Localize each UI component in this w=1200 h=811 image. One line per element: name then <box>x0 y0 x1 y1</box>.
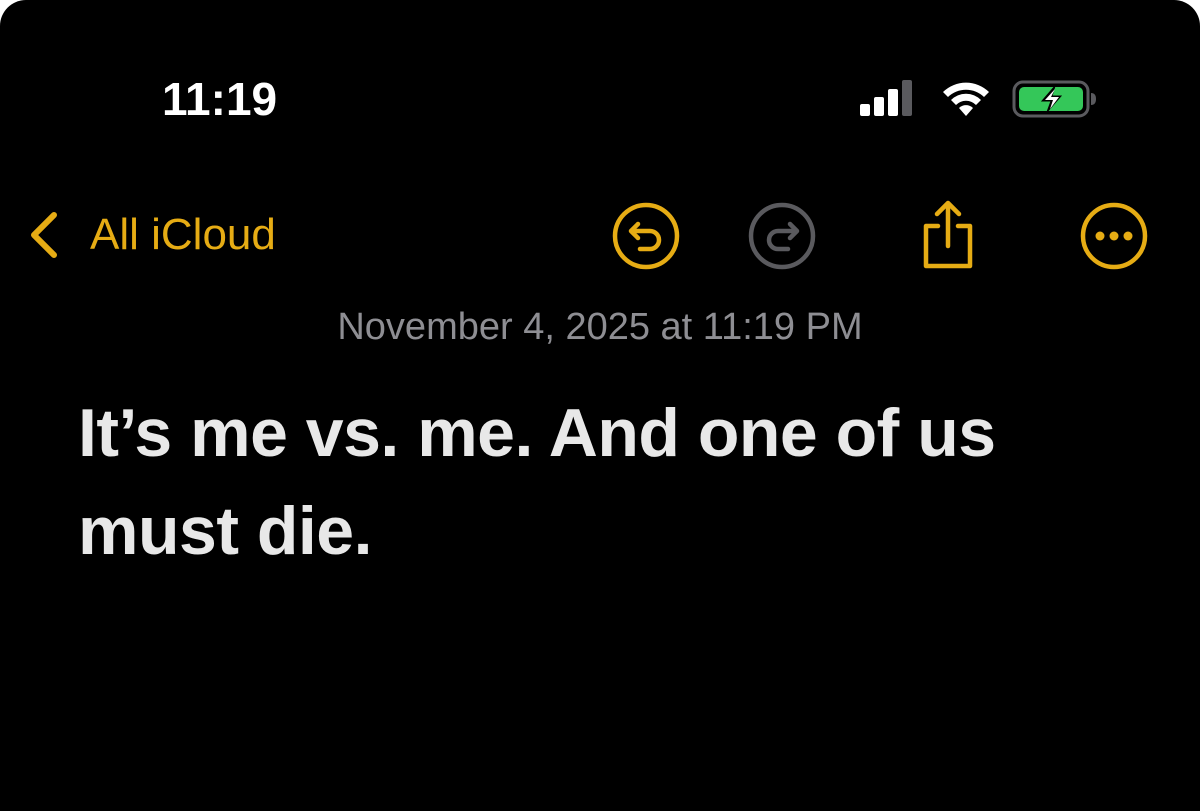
undo-icon <box>612 202 680 270</box>
share-icon <box>923 200 973 269</box>
wifi-icon <box>940 78 992 118</box>
redo-button[interactable] <box>746 200 818 272</box>
cellular-signal-icon <box>860 80 920 116</box>
note-body-text[interactable]: It’s me vs. me. And one of us must die. <box>78 384 1138 580</box>
redo-icon <box>748 202 816 270</box>
note-date: November 4, 2025 at 11:19 PM <box>337 306 863 348</box>
notes-screen: 11:19 All iCloud November 4, 2025 at 11:… <box>0 0 1200 811</box>
share-button[interactable] <box>912 200 984 272</box>
status-time: 11:19 <box>162 73 278 125</box>
more-icon <box>1080 202 1148 270</box>
chevron-left-icon <box>31 212 57 258</box>
back-button[interactable]: All iCloud <box>24 200 276 270</box>
back-button-label: All iCloud <box>90 210 276 259</box>
battery-charging-icon <box>1012 78 1098 120</box>
more-button[interactable] <box>1078 200 1150 272</box>
undo-button[interactable] <box>610 200 682 272</box>
